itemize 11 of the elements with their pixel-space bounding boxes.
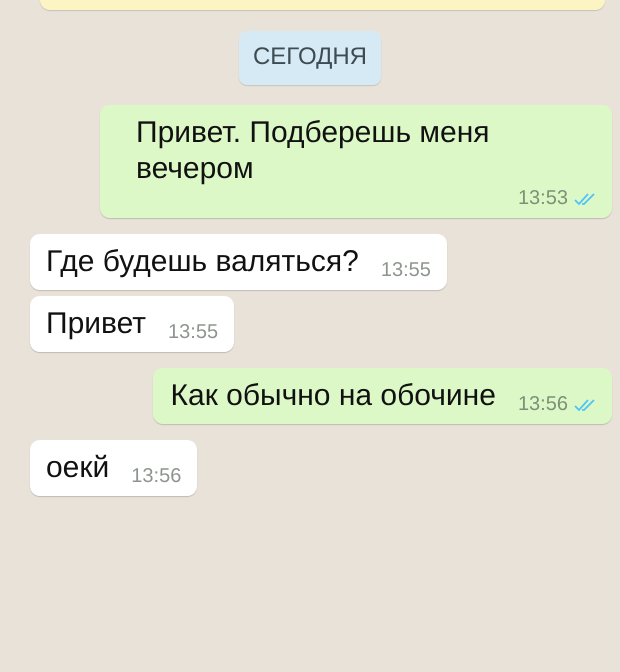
date-chip: СЕГОДНЯ [238,31,382,85]
message-time: 13:55 [168,321,218,344]
message-text: Привет [46,306,146,342]
message-text: Где будешь валяться? [46,244,359,280]
message-time: 13:56 [131,465,182,488]
message-text: Привет. Подберешь меня вечером [136,115,491,187]
message-time: 13:53 [518,187,568,210]
message-time: 13:56 [518,393,568,416]
message-time: 13:55 [380,259,431,282]
message-text: Как обычно на обочине [170,378,496,414]
message-text: оекй [46,450,110,486]
